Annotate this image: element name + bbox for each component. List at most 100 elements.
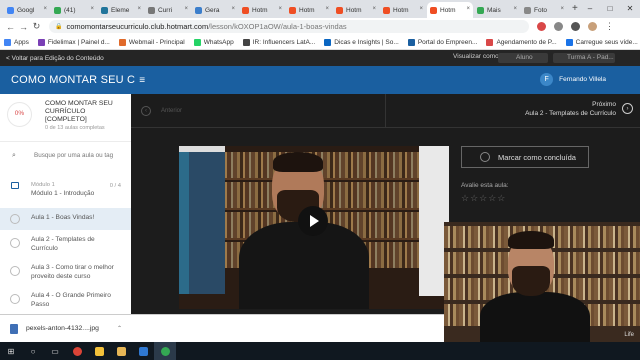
bookmark-agendamento[interactable]: Agendamento de P... [486,38,557,46]
url-input[interactable]: 🔒 comomontarseucurriculo.club.hotmart.co… [49,20,529,33]
close-tab-icon[interactable]: × [372,6,376,12]
tab-label: Googl [17,6,35,14]
close-tab-icon[interactable]: × [513,6,517,12]
module-header[interactable]: Módulo 1 Módulo 1 - Introdução 0 / 4 [0,180,131,204]
bookmark-label: Apps [14,38,29,46]
close-tab-icon[interactable]: × [419,6,423,12]
tab-whatsapp[interactable]: (41) × [51,2,97,18]
course-title: COMO MONTAR SEU C [11,74,136,86]
module-name: Módulo 1 - Introdução [31,190,95,197]
bookmark-influencers[interactable]: IR: Influencers LatA... [242,38,315,46]
bookmark-webmail[interactable]: Webmail - Principal [118,38,185,46]
bookmark-carregue[interactable]: Carregue seus víde... [565,38,638,46]
puzzle-icon[interactable] [571,22,580,31]
bookmark-favicon-icon [118,38,126,46]
bookmark-apps[interactable]: Apps [4,38,29,46]
lesson-status-icon [10,294,20,304]
bookmark-portal[interactable]: Portal do Empreen... [407,38,477,46]
tab-favicon-icon [477,6,484,14]
tab-hotmart[interactable]: Hotm × [239,2,285,18]
tab-favicon-icon [336,6,343,14]
view-as-select[interactable]: Aluno [498,53,548,63]
close-tab-icon[interactable]: × [466,6,470,12]
bookmark-label: Webmail - Principal [128,38,185,46]
bookmark-whatsapp[interactable]: WhatsApp [193,38,234,46]
download-filename[interactable]: pexels-anton-4132....jpg [26,325,99,332]
webcam-watermark: Life [624,332,634,338]
divider [385,94,386,127]
next-lesson-button[interactable]: Próximo Aula 2 - Templates de Currículo … [474,98,634,124]
back-arrow-icon[interactable]: ← [4,22,17,32]
presenter-hair [273,152,323,172]
tab-hotmart[interactable]: Hotm × [286,2,332,18]
hamburger-menu-icon[interactable]: ≡ [139,75,145,86]
bookmark-fidelimax[interactable]: Fidelimax | Painel d... [37,38,110,46]
close-tab-icon[interactable]: × [90,6,94,12]
previous-label: Anterior [161,108,183,114]
menu-dots-icon[interactable]: ⋮ [603,21,616,32]
reload-icon[interactable]: ↻ [30,21,43,32]
new-tab-button[interactable]: + [572,2,578,18]
mark-complete-button[interactable]: Marcar como concluída [461,146,589,168]
apps-grid-icon [4,38,11,46]
file-explorer-icon[interactable] [88,342,110,360]
chevron-up-icon[interactable]: ⌃ [117,325,122,332]
close-tab-icon[interactable]: × [184,6,188,12]
forward-arrow-icon[interactable]: → [17,22,30,32]
close-tab-icon[interactable]: × [278,6,282,12]
tab-favicon-icon [101,6,108,14]
profile-avatar-icon[interactable] [588,22,597,31]
tab-mais[interactable]: Mais × [474,2,520,18]
maximize-icon[interactable]: □ [600,0,620,18]
browser-tab-bar: Googl × (41) × Eleme × Curri × Gera × Hotm × H… [0,0,640,18]
tab-curriculo[interactable]: Curri × [145,2,191,18]
module-label: Módulo 1 [31,182,55,188]
bookmark-label: Fidelimax | Painel d... [47,38,110,46]
play-icon[interactable] [298,206,328,236]
search-icon[interactable]: ○ [22,342,44,360]
bookmark-dicas[interactable]: Dicas e Insights | So... [324,38,399,46]
windows-start-icon[interactable]: ⊞ [0,342,22,360]
lesson-status-icon [10,238,20,248]
bookmark-label: Dicas e Insights | So... [334,38,399,46]
tab-elementor[interactable]: Eleme × [98,2,144,18]
tab-label: Hotm [252,6,268,14]
extension-icon[interactable] [537,22,546,31]
tab-google[interactable]: Googl × [4,2,50,18]
lesson-item-4[interactable]: Aula 4 - O Grande Primeiro Passo [0,290,131,312]
chrome-icon[interactable] [66,342,88,360]
close-tab-icon[interactable]: × [231,6,235,12]
lesson-item-2[interactable]: Aula 2 - Templates de Currículo [0,234,131,256]
tab-label: Hotm [393,6,409,14]
mail-icon[interactable] [132,342,154,360]
close-tab-icon[interactable]: × [43,6,47,12]
tab-hotmart-active[interactable]: Hotm × [427,2,473,18]
video-player[interactable] [179,146,449,309]
previous-lesson-button[interactable]: ‹ Anterior [141,102,385,120]
chrome-active-icon[interactable] [154,342,176,360]
lesson-item-1[interactable]: Aula 1 - Boas Vindas! [0,208,131,230]
user-menu[interactable]: F Fernando Villela [540,73,606,86]
close-tab-icon[interactable]: × [137,6,141,12]
close-tab-icon[interactable]: × [325,6,329,12]
back-to-editor-link[interactable]: < Voltar para Edição do Conteúdo [6,55,104,62]
minimize-icon[interactable]: – [580,0,600,18]
extension-icon[interactable] [554,22,563,31]
task-view-icon[interactable]: ▭ [44,342,66,360]
address-bar-row: ← → ↻ 🔒 comomontarseucurriculo.club.hotm… [0,18,640,35]
tab-hotmart[interactable]: Hotm × [333,2,379,18]
explorer-icon[interactable] [110,342,132,360]
lesson-search-input[interactable]: ⌕ Busque por uma aula ou tag [0,149,131,163]
tab-gerador[interactable]: Gera × [192,2,238,18]
class-select[interactable]: Turma A - Pad... [553,53,615,63]
bookmark-favicon-icon [193,38,201,46]
bookmark-favicon-icon [407,38,415,46]
tab-hotmart[interactable]: Hotm × [380,2,426,18]
tab-favicon-icon [524,6,531,14]
star-rating[interactable]: ☆☆☆☆☆ [461,193,506,204]
lesson-item-3[interactable]: Aula 3 - Como tirar o melhor proveito de… [0,262,131,290]
close-tab-icon[interactable]: × [560,6,564,12]
bookmark-label: Agendamento de P... [496,38,557,46]
tab-foto[interactable]: Foto × [521,2,567,18]
close-window-icon[interactable]: ✕ [620,0,640,18]
